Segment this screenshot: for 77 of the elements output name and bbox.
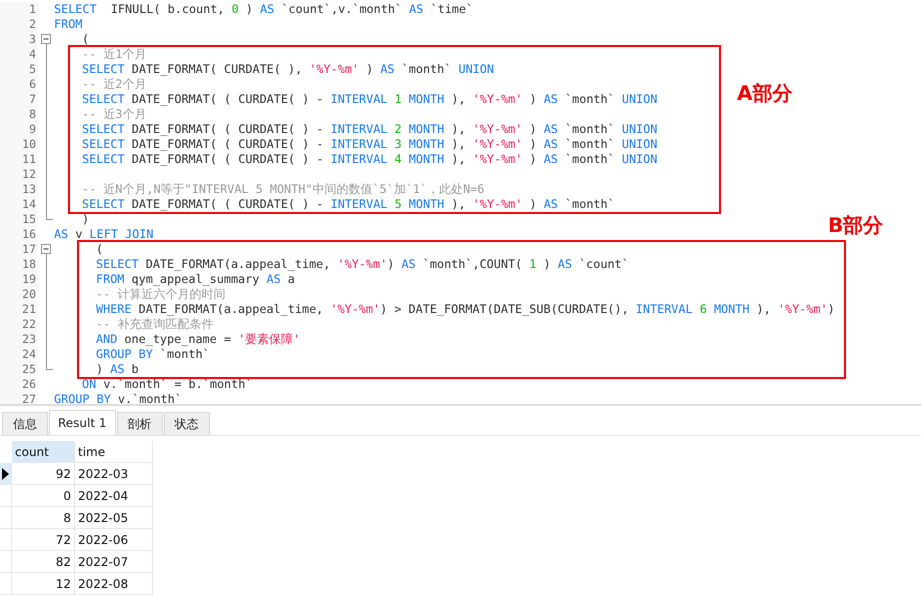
table-cell: 12 xyxy=(12,573,75,595)
line-number: 13 xyxy=(0,182,38,197)
code-line: ) xyxy=(82,212,90,227)
code-line: SELECT DATE_FORMAT( CURDATE( ), '%Y-%m' ) AS `month` UNION xyxy=(82,62,494,77)
table-cell: 82 xyxy=(12,551,75,573)
row-header[interactable] xyxy=(0,463,12,485)
line-number: 22 xyxy=(0,317,38,332)
line-number: 7 xyxy=(0,92,38,107)
result-tab[interactable]: 信息 xyxy=(2,412,48,435)
code-line: SELECT IFNULL( b.count, 0 ) AS `count`,v.`month` AS `time` xyxy=(54,2,474,17)
column-header[interactable]: time xyxy=(75,441,153,463)
code-line: FROM xyxy=(54,17,82,32)
code-line: -- 计算近六个月的时间 xyxy=(96,287,226,302)
table-cell: 0 xyxy=(12,485,75,507)
line-number: 9 xyxy=(0,122,38,137)
line-number: 27 xyxy=(0,392,38,404)
line-number: 19 xyxy=(0,272,38,287)
code-line: GROUP BY v.`month` xyxy=(54,392,182,404)
code-line: ) AS b xyxy=(96,362,139,377)
line-number: 24 xyxy=(0,347,38,362)
line-number: 12 xyxy=(0,167,38,182)
table-cell: 92 xyxy=(12,463,75,485)
code-line: FROM qym_appeal_summary AS a xyxy=(96,272,295,287)
code-line: SELECT DATE_FORMAT( ( CURDATE( ) - INTERVAL 5 MONTH ), '%Y-%m' ) AS `month` xyxy=(82,197,615,212)
code-line: SELECT DATE_FORMAT( ( CURDATE( ) - INTERVAL 3 MONTH ), '%Y-%m' ) AS `month` UNION xyxy=(82,137,658,152)
line-number: 15 xyxy=(0,212,38,227)
line-number: 10 xyxy=(0,137,38,152)
code-line: AS v LEFT JOIN xyxy=(54,227,154,242)
code-line: SELECT DATE_FORMAT( ( CURDATE( ) - INTERVAL 4 MONTH ), '%Y-%m' ) AS `month` UNION xyxy=(82,152,658,167)
table-cell: 2022-06 xyxy=(75,529,153,551)
code-line: -- 近2个月 xyxy=(82,77,146,92)
code-line: SELECT DATE_FORMAT(a.appeal_time, '%Y-%m') AS `month`,COUNT( 1 ) AS `count` xyxy=(96,257,629,272)
code-line: GROUP BY `month` xyxy=(96,347,210,362)
line-number: 21 xyxy=(0,302,38,317)
table-cell: 2022-08 xyxy=(75,573,153,595)
collapse-icon[interactable] xyxy=(41,34,51,44)
line-number: 16 xyxy=(0,227,38,242)
code-line: ( xyxy=(82,32,90,47)
code-line: -- 近3个月 xyxy=(82,107,146,122)
line-number: 18 xyxy=(0,257,38,272)
line-number: 2 xyxy=(0,17,38,32)
annotation-label: B部分 xyxy=(828,212,884,239)
code-line: ( xyxy=(96,242,104,257)
code-line: -- 补充查询匹配条件 xyxy=(96,317,214,332)
code-line: -- 近N个月,N等于"INTERVAL 5 MONTH"中间的数值`5`加`1`，此处N=6 xyxy=(82,182,484,197)
line-number: 11 xyxy=(0,152,38,167)
line-number: 26 xyxy=(0,377,38,392)
line-number: 6 xyxy=(0,77,38,92)
code-line: AND one_type_name = '要素保障' xyxy=(96,332,300,347)
table-cell: 2022-03 xyxy=(75,463,153,485)
line-number: 3 xyxy=(0,32,38,47)
column-header[interactable]: count xyxy=(12,441,75,463)
code-line: SELECT DATE_FORMAT( ( CURDATE( ) - INTERVAL 2 MONTH ), '%Y-%m' ) AS `month` UNION xyxy=(82,122,658,137)
table-cell: 72 xyxy=(12,529,75,551)
line-number: 25 xyxy=(0,362,38,377)
line-number: 20 xyxy=(0,287,38,302)
table-cell: 2022-05 xyxy=(75,507,153,529)
annotation-label: A部分 xyxy=(737,80,792,106)
line-number: 23 xyxy=(0,332,38,347)
result-tab[interactable]: 剖析 xyxy=(116,412,163,435)
result-tab[interactable]: Result 1 xyxy=(49,410,116,435)
code-line: -- 近1个月 xyxy=(82,47,146,62)
code-line: ON v.`month` = b.`month` xyxy=(82,377,252,392)
code-line: WHERE DATE_FORMAT(a.appeal_time, '%Y-%m') > DATE_FORMAT(DATE_SUB(CURDATE(), INTERVAL 6 MONTH ), '%Y-%m') xyxy=(96,302,835,317)
table-cell: 2022-04 xyxy=(75,485,153,507)
collapse-icon[interactable] xyxy=(41,244,51,254)
code-line: SELECT DATE_FORMAT( ( CURDATE( ) - INTERVAL 1 MONTH ), '%Y-%m' ) AS `month` UNION xyxy=(82,92,658,107)
result-tab[interactable]: 状态 xyxy=(164,412,210,435)
line-number: 17 xyxy=(0,242,38,257)
line-number: 4 xyxy=(0,47,38,62)
line-number: 1 xyxy=(0,2,38,17)
line-number: 14 xyxy=(0,197,38,212)
line-number: 5 xyxy=(0,62,38,77)
table-cell: 2022-07 xyxy=(75,551,153,573)
current-row-icon xyxy=(2,468,9,480)
line-number: 8 xyxy=(0,107,38,122)
table-cell: 8 xyxy=(12,507,75,529)
